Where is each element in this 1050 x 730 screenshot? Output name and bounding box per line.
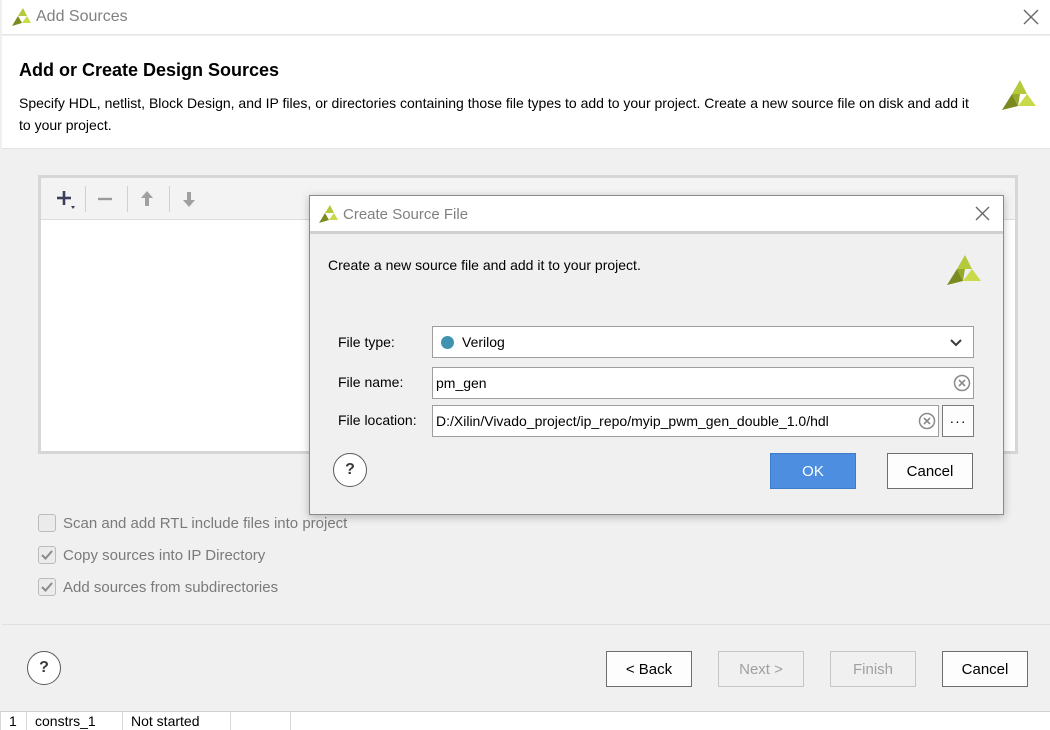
option-label: Copy sources into IP Directory [63,546,266,564]
modal-title-bar: Create Source File [310,196,1003,234]
cancel-button[interactable]: Cancel [887,453,973,489]
file-type-select[interactable]: Verilog [432,326,974,358]
page-title: Add or Create Design Sources [19,60,280,80]
ok-button[interactable]: OK [770,453,856,489]
background-table-cell [230,712,290,730]
close-icon[interactable] [1022,8,1040,26]
xilinx-logo-icon [319,205,338,223]
file-name-value: pm_gen [436,375,487,391]
add-icon[interactable] [51,185,79,213]
subdirectories-checkbox[interactable] [38,578,56,596]
option-scan-rtl[interactable]: Scan and add RTL include files into proj… [38,514,347,532]
verilog-icon [441,335,454,349]
xilinx-logo-icon [947,255,981,285]
arrow-up-icon[interactable] [133,185,161,213]
page-description: Specify HDL, netlist, Block Design, and … [19,95,969,133]
chevron-down-icon [950,339,962,347]
copy-sources-checkbox[interactable] [38,546,56,564]
option-subdirectories[interactable]: Add sources from subdirectories [38,578,278,596]
help-button[interactable]: ? [333,453,367,487]
background-table-cell: constrs_1 [26,712,122,730]
close-icon[interactable] [974,205,991,222]
arrow-down-icon[interactable] [175,185,203,213]
modal-description: Create a new source file and add it to y… [328,257,641,273]
background-table-cell: 1 [0,712,26,730]
xilinx-logo-icon [12,8,31,26]
file-location-label: File location: [338,412,417,428]
option-label: Add sources from subdirectories [63,578,279,596]
file-location-value: D:/Xilin/Vivado_project/ip_repo/myip_pwm… [436,413,829,429]
footer: ? < Back Next > Finish Cancel [2,624,1050,711]
file-name-label: File name: [338,374,404,390]
clear-icon[interactable] [953,374,971,392]
help-button[interactable]: ? [27,651,61,685]
option-copy-sources[interactable]: Copy sources into IP Directory [38,546,265,564]
back-button[interactable]: < Back [606,651,692,687]
file-name-input[interactable]: pm_gen [432,367,974,399]
background-table-cell [290,712,340,730]
background-table-cell: Not started [122,712,230,730]
next-button[interactable]: Next > [718,651,804,687]
file-type-value: Verilog [462,334,505,350]
scan-rtl-checkbox[interactable] [38,514,56,532]
clear-icon[interactable] [918,412,936,430]
browse-button[interactable]: ··· [942,405,974,437]
xilinx-logo-icon [1002,80,1036,110]
modal-title: Create Source File [343,206,469,223]
file-location-input[interactable]: D:/Xilin/Vivado_project/ip_repo/myip_pwm… [432,405,939,437]
cancel-button[interactable]: Cancel [942,651,1028,687]
file-type-label: File type: [338,334,395,350]
finish-button[interactable]: Finish [830,651,916,687]
header: Add or Create Design Sources Specify HDL… [2,36,1050,149]
window-title: Add Sources [36,8,128,25]
title-bar: Add Sources [2,0,1050,35]
remove-icon[interactable] [91,185,119,213]
option-label: Scan and add RTL include files into proj… [63,514,348,532]
create-source-file-dialog: Create Source File Create a new source f… [309,195,1004,515]
